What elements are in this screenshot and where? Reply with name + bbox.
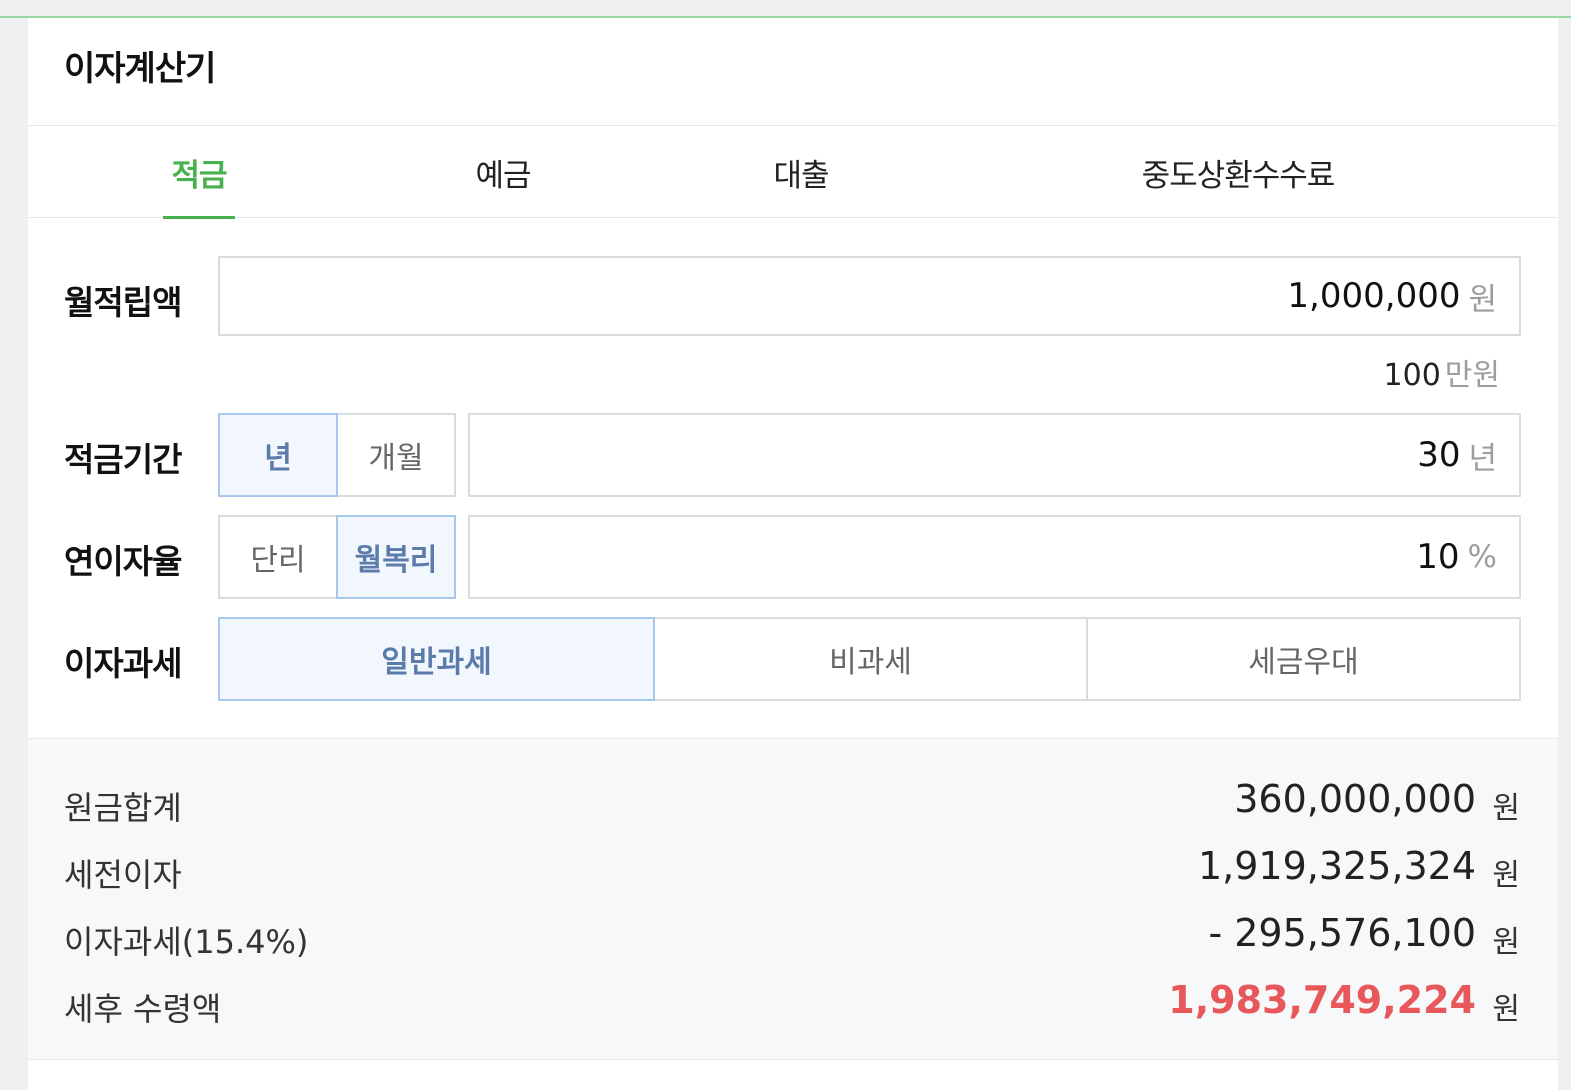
calculator-tabs: 적금 예금 대출 중도상환수수료 (28, 126, 1558, 219)
page-title: 이자계산기 (64, 49, 216, 89)
interest-tax-label: 이자과세(15.4%) (64, 923, 309, 961)
after-tax-unit: 원 (1492, 992, 1520, 1027)
period-label: 적금기간 (64, 440, 182, 479)
pretax-interest-unit: 원 (1492, 858, 1520, 893)
tax-free-button[interactable]: 비과세 (653, 617, 1088, 701)
tax-preferential-button[interactable]: 세금우대 (1086, 617, 1521, 701)
interest-calculator-card: 이자계산기 적금 예금 대출 중도상환수수료 월적립액 1,000,000 원 … (28, 18, 1558, 1090)
period-input[interactable]: 30 년 (468, 413, 1521, 497)
rate-value: 10 (1416, 537, 1460, 577)
tab-deposit[interactable]: 예금 (448, 126, 558, 218)
rate-label: 연이자율 (64, 542, 182, 581)
tab-loan[interactable]: 대출 (746, 126, 856, 218)
result-row-interest-tax: 이자과세(15.4%) - 295,576,100 원 (28, 911, 1558, 967)
principal-label: 원금합계 (64, 789, 182, 827)
monthly-compound-button[interactable]: 월복리 (336, 515, 456, 599)
period-unit-year-button[interactable]: 년 (218, 413, 338, 497)
result-row-principal: 원금합계 360,000,000 원 (28, 777, 1558, 833)
simple-interest-button[interactable]: 단리 (218, 515, 338, 599)
after-tax-label: 세후 수령액 (64, 990, 222, 1028)
pretax-interest-label: 세전이자 (64, 856, 182, 894)
monthly-deposit-unit: 원 (1468, 281, 1497, 318)
monthly-deposit-value: 1,000,000 (1287, 276, 1461, 316)
principal-value: 360,000,000 (1234, 777, 1476, 821)
period-unit-month-button[interactable]: 개월 (336, 413, 456, 497)
monthly-deposit-input[interactable]: 1,000,000 원 (218, 256, 1521, 336)
period-value: 30 (1417, 435, 1461, 475)
results-panel: 원금합계 360,000,000 원 세전이자 1,919,325,324 원 … (28, 738, 1558, 1060)
tax-label: 이자과세 (64, 644, 182, 683)
general-tax-button[interactable]: 일반과세 (218, 617, 655, 701)
tab-installment-savings[interactable]: 적금 (163, 126, 235, 219)
pretax-interest-value: 1,919,325,324 (1197, 844, 1476, 888)
monthly-deposit-hint: 100 만원 (1384, 350, 1500, 394)
interest-tax-unit: 원 (1492, 925, 1520, 960)
rate-unit: % (1467, 539, 1497, 575)
monthly-deposit-label: 월적립액 (64, 283, 182, 322)
principal-unit: 원 (1492, 791, 1520, 826)
period-unit: 년 (1468, 440, 1497, 477)
hint-value: 100 (1383, 358, 1441, 393)
result-row-pretax-interest: 세전이자 1,919,325,324 원 (28, 844, 1558, 900)
tab-prepayment-fee[interactable]: 중도상환수수료 (1118, 126, 1358, 218)
result-row-after-tax: 세후 수령액 1,983,749,224 원 (28, 978, 1558, 1034)
hint-unit: 만원 (1444, 358, 1500, 393)
after-tax-value: 1,983,749,224 (1168, 978, 1476, 1022)
calculator-header: 이자계산기 (28, 18, 1558, 126)
rate-input[interactable]: 10 % (468, 515, 1521, 599)
interest-tax-value: - 295,576,100 (1208, 911, 1476, 955)
